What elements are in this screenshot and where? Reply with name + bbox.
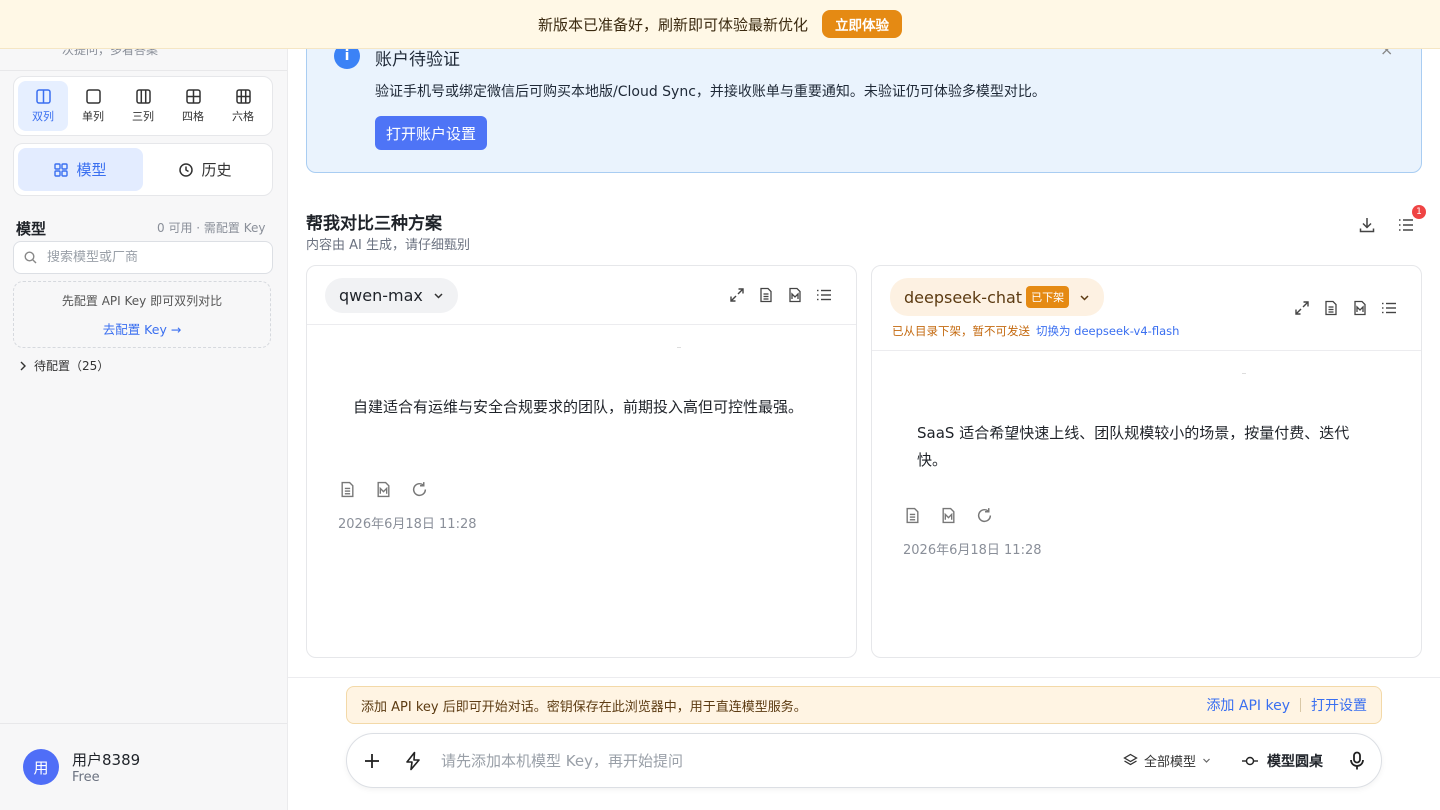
clock-icon (179, 162, 194, 177)
search-icon (24, 251, 37, 264)
markdown-icon[interactable] (783, 283, 807, 307)
conversation-subtitle: 内容由 AI 生成，请仔细甄别 (306, 238, 470, 253)
notification-badge: 1 (1412, 205, 1426, 219)
markdown-icon[interactable] (940, 507, 957, 524)
alert-body: 验证手机号或绑定微信后可购买本地版/Cloud Sync，并接收账单与重要通知。… (375, 84, 1046, 100)
model-search (13, 241, 273, 274)
refresh-icon[interactable] (411, 481, 428, 498)
tab-models[interactable]: 模型 (18, 148, 143, 191)
model-name: deepseek-chat (904, 287, 1023, 307)
api-key-notice: 添加 API key 后即可开始对话。密钥保存在此浏览器中，用于直连模型服务。 … (346, 686, 1382, 724)
response-text: 自建适合有运维与安全合规要求的团队，前期投入高但可控性最强。 (353, 398, 804, 416)
model-filter-select[interactable]: 全部模型 (1123, 751, 1211, 770)
document-icon[interactable] (1319, 296, 1343, 320)
roundtable-icon (1241, 754, 1259, 768)
list-icon[interactable] (812, 283, 836, 307)
single-column-icon (85, 88, 101, 104)
pending-label: 待配置（25） (34, 359, 110, 373)
layout-three-column[interactable]: 三列 (118, 81, 168, 131)
api-notice-text: 添加 API key 后即可开始对话。密钥保存在此浏览器中，用于直连模型服务。 (361, 699, 807, 715)
tab-label: 历史 (201, 161, 232, 179)
user-name: 用户8389 (72, 751, 141, 769)
grid-icon (54, 162, 69, 177)
tab-label: 模型 (76, 161, 107, 179)
avatar[interactable]: 用 (23, 749, 59, 785)
separator-dot (1242, 373, 1246, 374)
layout-label: 单列 (82, 109, 104, 123)
microphone-icon[interactable] (1349, 751, 1365, 771)
roundtable-button[interactable]: 模型圆桌 (1241, 751, 1323, 771)
response-actions (339, 481, 428, 498)
layout-switcher: 双列 单列 三列 四格 六格 (13, 76, 273, 136)
delisted-note: 已从目录下架，暂不可发送 (892, 324, 1030, 338)
lightning-icon[interactable] (403, 751, 423, 771)
document-icon[interactable] (754, 283, 778, 307)
chevron-down-icon (1202, 756, 1211, 765)
user-plan: Free (72, 770, 100, 785)
four-grid-icon (185, 88, 201, 104)
model-selector[interactable]: deepseek-chat 已下架 (890, 278, 1105, 316)
composer: 全部模型 模型圆桌 (346, 733, 1382, 788)
layout-single-column[interactable]: 单列 (68, 81, 118, 131)
separator-dot (677, 347, 681, 348)
chevron-right-icon (18, 361, 28, 371)
pending-group[interactable]: 待配置（25） (18, 357, 109, 374)
chevron-down-icon (433, 290, 444, 301)
expand-icon[interactable] (1290, 296, 1314, 320)
expand-icon[interactable] (725, 283, 749, 307)
response-actions (904, 507, 993, 524)
delisted-tag: 已下架 (1026, 286, 1070, 308)
open-account-settings-button[interactable]: 打开账户设置 (375, 116, 487, 150)
layout-four-grid[interactable]: 四格 (168, 81, 218, 131)
two-column-icon (35, 88, 51, 104)
download-icon[interactable] (1355, 213, 1379, 237)
chevron-down-icon (1079, 292, 1090, 303)
layout-label: 双列 (32, 109, 54, 123)
models-heading: 模型 (16, 220, 47, 238)
plus-icon[interactable] (363, 752, 381, 770)
document-icon[interactable] (904, 507, 921, 524)
timestamp: 2026年6月18日 11:28 (903, 543, 1042, 558)
layout-label: 六格 (232, 109, 254, 123)
banner-message: 新版本已准备好，刷新即可体验最新优化 (537, 15, 808, 34)
search-input[interactable] (47, 250, 247, 265)
sidebar-tabs: 模型 历史 (13, 143, 273, 196)
message-input[interactable] (441, 751, 1061, 770)
layers-icon (1123, 753, 1138, 768)
document-icon[interactable] (339, 481, 356, 498)
divider (1300, 698, 1301, 712)
timestamp: 2026年6月18日 11:28 (338, 517, 477, 532)
layout-two-column[interactable]: 双列 (18, 81, 68, 131)
tab-history[interactable]: 历史 (143, 148, 268, 191)
conversation-title: 帮我对比三种方案 (306, 214, 442, 234)
six-grid-icon (235, 88, 251, 104)
layout-label: 四格 (182, 109, 204, 123)
refresh-now-button[interactable]: 立即体验 (822, 10, 902, 38)
open-settings-link[interactable]: 打开设置 (1311, 695, 1367, 715)
three-column-icon (135, 88, 151, 104)
api-hint: 先配置 API Key 即可双列对比 (61, 293, 223, 308)
divider (288, 677, 1440, 678)
model-name: qwen-max (339, 286, 423, 305)
model-filter-label: 全部模型 (1143, 755, 1196, 770)
add-api-key-link[interactable]: 添加 API key (1206, 695, 1290, 715)
refresh-icon[interactable] (976, 507, 993, 524)
model-selector[interactable]: qwen-max (325, 278, 458, 313)
layout-label: 三列 (132, 109, 154, 123)
list-icon[interactable] (1377, 296, 1401, 320)
response-text: SaaS 适合希望快速上线、团队规模较小的场景，按量付费、迭代快。 (917, 424, 1350, 469)
api-config-box: 先配置 API Key 即可双列对比 去配置 Key → (13, 281, 271, 348)
panel-divider (872, 350, 1421, 351)
layout-six-grid[interactable]: 六格 (218, 81, 268, 131)
update-banner: 新版本已准备好，刷新即可体验最新优化 立即体验 (0, 0, 1440, 49)
divider (0, 70, 287, 71)
switch-model-link[interactable]: 切换为 deepseek-v4-flash (1036, 323, 1179, 339)
configure-key-link[interactable]: 去配置 Key → (103, 319, 182, 338)
markdown-icon[interactable] (1348, 296, 1372, 320)
roundtable-label: 模型圆桌 (1267, 753, 1323, 770)
markdown-icon[interactable] (375, 481, 392, 498)
account-alert (306, 36, 1422, 173)
panel-divider (307, 324, 856, 325)
